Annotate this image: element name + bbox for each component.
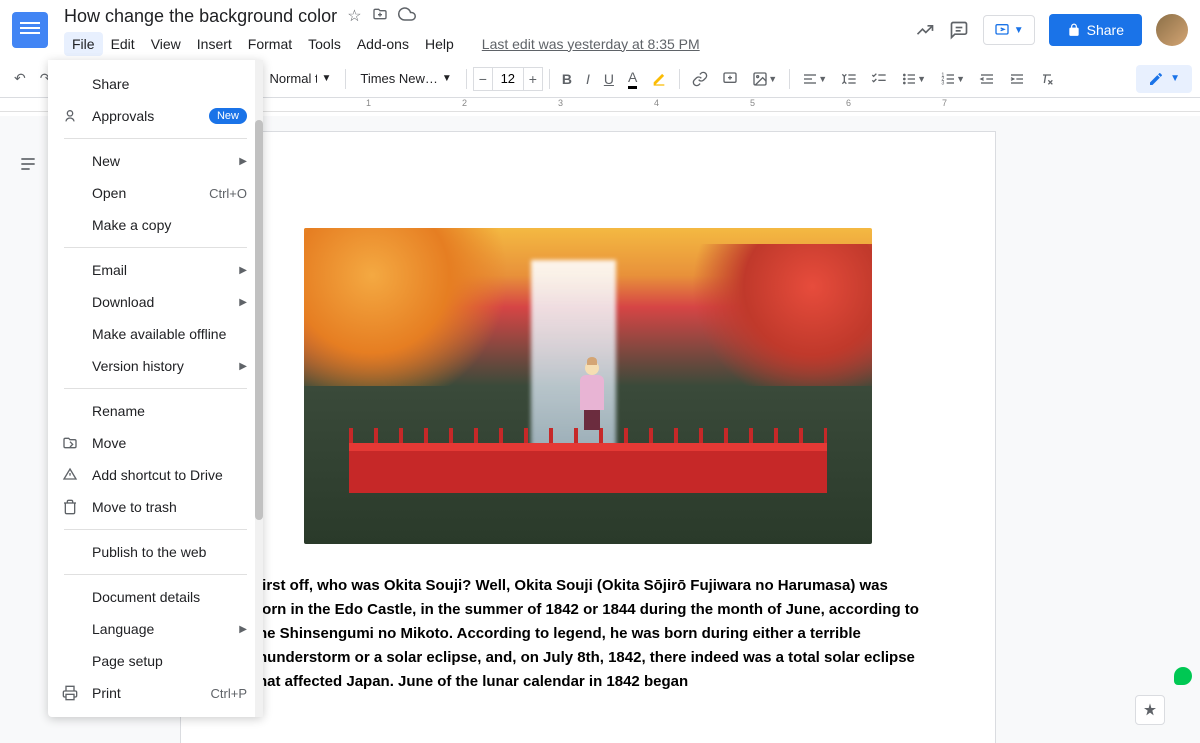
menu-version-history[interactable]: Version history▶ bbox=[48, 350, 263, 382]
menu-insert[interactable]: Insert bbox=[189, 32, 240, 56]
submenu-arrow-icon: ▶ bbox=[239, 265, 247, 276]
menu-add-shortcut[interactable]: Add shortcut to Drive bbox=[48, 459, 263, 491]
highlight-button[interactable] bbox=[645, 67, 673, 91]
trash-icon bbox=[60, 499, 80, 515]
document-image[interactable] bbox=[304, 228, 872, 544]
menu-view[interactable]: View bbox=[143, 32, 189, 56]
menu-file[interactable]: File bbox=[64, 32, 103, 56]
comments-icon[interactable] bbox=[949, 20, 969, 40]
menu-move[interactable]: Move bbox=[48, 427, 263, 459]
document-page[interactable]: First off, who was Okita Souji? Well, Ok… bbox=[180, 131, 996, 743]
chat-support-icon[interactable] bbox=[1174, 667, 1192, 685]
undo-button[interactable]: ↶ bbox=[8, 66, 32, 91]
menu-approvals[interactable]: Approvals New bbox=[48, 100, 263, 132]
bold-button[interactable]: B bbox=[556, 67, 578, 91]
move-folder-icon[interactable] bbox=[372, 6, 388, 27]
menu-help[interactable]: Help bbox=[417, 32, 462, 56]
docs-logo[interactable] bbox=[12, 12, 48, 48]
line-spacing-button[interactable] bbox=[835, 67, 863, 91]
font-size-input[interactable] bbox=[493, 67, 523, 91]
menu-print[interactable]: PrintCtrl+P bbox=[48, 677, 263, 709]
menu-addons[interactable]: Add-ons bbox=[349, 32, 417, 56]
submenu-arrow-icon: ▶ bbox=[239, 361, 247, 372]
menu-page-setup[interactable]: Page setup bbox=[48, 645, 263, 677]
last-edit-link[interactable]: Last edit was yesterday at 8:35 PM bbox=[482, 36, 700, 52]
menu-trash[interactable]: Move to trash bbox=[48, 491, 263, 523]
submenu-arrow-icon: ▶ bbox=[239, 624, 247, 635]
decrease-indent-button[interactable] bbox=[973, 67, 1001, 91]
menu-publish[interactable]: Publish to the web bbox=[48, 536, 263, 568]
document-body-text[interactable]: First off, who was Okita Souji? Well, Ok… bbox=[253, 574, 923, 694]
menubar: File Edit View Insert Format Tools Add-o… bbox=[64, 32, 915, 56]
editing-mode-button[interactable]: ▼ bbox=[1136, 65, 1192, 93]
present-button[interactable]: ▼ bbox=[983, 15, 1035, 45]
menu-make-copy[interactable]: Make a copy bbox=[48, 209, 263, 241]
activity-icon[interactable] bbox=[915, 20, 935, 40]
menu-open[interactable]: OpenCtrl+O bbox=[48, 177, 263, 209]
outline-toggle-icon[interactable] bbox=[18, 154, 38, 179]
underline-button[interactable]: U bbox=[598, 67, 620, 91]
svg-text:3: 3 bbox=[941, 80, 944, 86]
font-size-increase[interactable]: + bbox=[523, 67, 543, 91]
share-button[interactable]: Share bbox=[1049, 14, 1142, 46]
menu-document-details[interactable]: Document details bbox=[48, 581, 263, 613]
cloud-status-icon[interactable] bbox=[398, 5, 416, 28]
bulleted-list-button[interactable]: ▼ bbox=[895, 67, 932, 91]
font-size-decrease[interactable]: − bbox=[473, 67, 493, 91]
insert-image-button[interactable]: ▼ bbox=[746, 67, 783, 91]
menu-offline[interactable]: Make available offline bbox=[48, 318, 263, 350]
file-menu-dropdown: Share Approvals New New▶ OpenCtrl+O Make… bbox=[48, 60, 263, 717]
text-color-button[interactable]: A bbox=[622, 65, 643, 93]
checklist-button[interactable] bbox=[865, 67, 893, 91]
increase-indent-button[interactable] bbox=[1003, 67, 1031, 91]
menu-edit[interactable]: Edit bbox=[103, 32, 143, 56]
italic-button[interactable]: I bbox=[580, 67, 596, 91]
insert-link-button[interactable] bbox=[686, 67, 714, 91]
add-comment-button[interactable] bbox=[716, 67, 744, 91]
new-badge: New bbox=[209, 108, 247, 124]
align-button[interactable]: ▼ bbox=[796, 67, 833, 91]
star-icon[interactable]: ☆ bbox=[347, 6, 361, 26]
menu-download[interactable]: Download▶ bbox=[48, 286, 263, 318]
move-icon bbox=[60, 435, 80, 451]
menu-tools[interactable]: Tools bbox=[300, 32, 349, 56]
font-select[interactable]: Times New… ▼ bbox=[352, 67, 459, 90]
user-avatar[interactable] bbox=[1156, 14, 1188, 46]
menu-rename[interactable]: Rename bbox=[48, 395, 263, 427]
clear-formatting-button[interactable] bbox=[1033, 67, 1061, 91]
explore-button[interactable] bbox=[1135, 695, 1165, 725]
submenu-arrow-icon: ▶ bbox=[239, 156, 247, 167]
drive-shortcut-icon bbox=[60, 467, 80, 483]
submenu-arrow-icon: ▶ bbox=[239, 297, 247, 308]
print-icon bbox=[60, 685, 80, 701]
numbered-list-button[interactable]: 123 ▼ bbox=[934, 67, 971, 91]
approvals-icon bbox=[60, 108, 80, 124]
menu-language[interactable]: Language▶ bbox=[48, 613, 263, 645]
menu-new[interactable]: New▶ bbox=[48, 145, 263, 177]
menu-share[interactable]: Share bbox=[48, 68, 263, 100]
menu-email[interactable]: Email▶ bbox=[48, 254, 263, 286]
document-title[interactable]: How change the background color bbox=[64, 6, 337, 27]
menu-format[interactable]: Format bbox=[240, 32, 300, 56]
paragraph-style-select[interactable]: Normal text ▼ bbox=[261, 67, 339, 90]
